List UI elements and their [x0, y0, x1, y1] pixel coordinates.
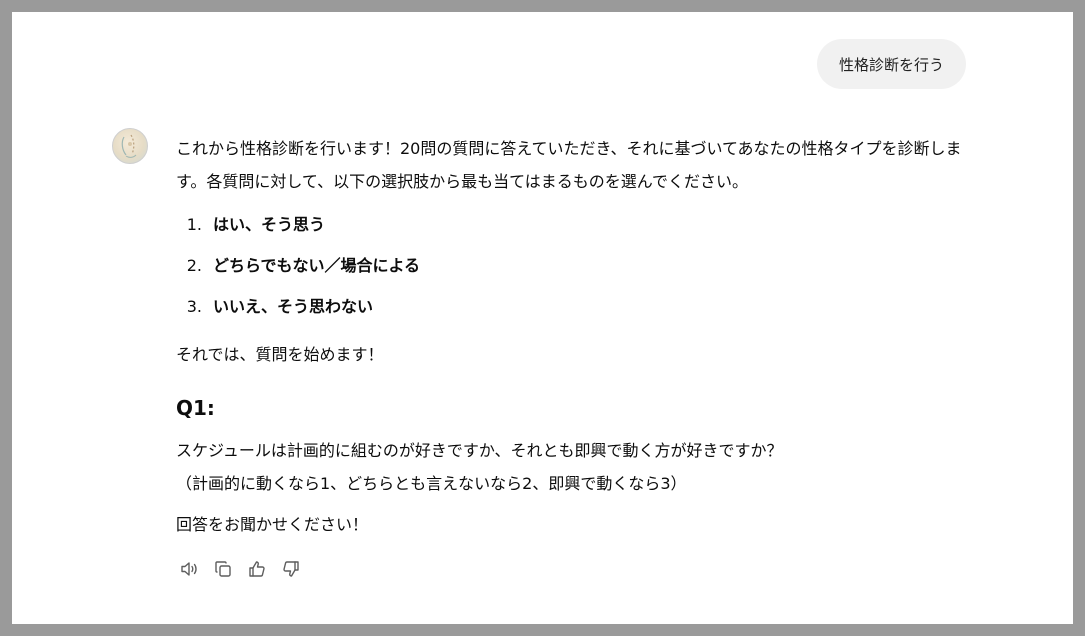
- option-number: 3.: [186, 297, 202, 316]
- chat-window: 性格診断を行う これから性格診断を行います！20問の質問に答えていただき、それに…: [12, 12, 1073, 624]
- closing-paragraph: 回答をお聞かせください！: [176, 515, 369, 534]
- assistant-avatar: [112, 128, 148, 164]
- list-item: 3. いいえ、そう思わない: [176, 286, 976, 327]
- option-number: 2.: [186, 256, 202, 275]
- option-text: どちらでもない／場合による: [213, 256, 421, 275]
- question-heading: Q1:: [176, 396, 215, 420]
- intro-paragraph: これから性格診断を行います！20問の質問に答えていただき、それに基づいてあなたの…: [176, 139, 962, 191]
- copy-icon: [214, 560, 231, 577]
- option-text: いいえ、そう思わない: [213, 297, 374, 316]
- avatar-illustration-icon: [121, 134, 137, 158]
- thumbs-up-button[interactable]: [244, 556, 269, 581]
- start-paragraph: それでは、質問を始めます！: [176, 345, 384, 364]
- user-message-text: 性格診断を行う: [839, 55, 945, 74]
- read-aloud-icon: [180, 561, 197, 576]
- option-text: はい、そう思う: [213, 215, 326, 234]
- read-aloud-button[interactable]: [176, 556, 201, 581]
- answer-options-list: 1. はい、そう思う 2. どちらでもない／場合による 3. いいえ、そう思わな…: [176, 204, 976, 327]
- user-message-bubble: 性格診断を行う: [817, 39, 967, 89]
- thumbs-down-button[interactable]: [278, 556, 303, 581]
- question-hint: （計画的に動くなら1、どちらとも言えないなら2、即興で動くなら3）: [176, 474, 687, 493]
- option-number: 1.: [186, 215, 202, 234]
- copy-button[interactable]: [210, 556, 235, 581]
- question-text: スケジュールは計画的に組むのが好きですか、それとも即興で動く方が好きですか？: [176, 441, 783, 460]
- assistant-message: これから性格診断を行います！20問の質問に答えていただき、それに基づいてあなたの…: [176, 132, 976, 541]
- thumbs-down-icon: [282, 560, 299, 577]
- message-actions: [176, 556, 303, 581]
- list-item: 1. はい、そう思う: [176, 204, 976, 245]
- list-item: 2. どちらでもない／場合による: [176, 245, 976, 286]
- thumbs-up-icon: [248, 560, 265, 577]
